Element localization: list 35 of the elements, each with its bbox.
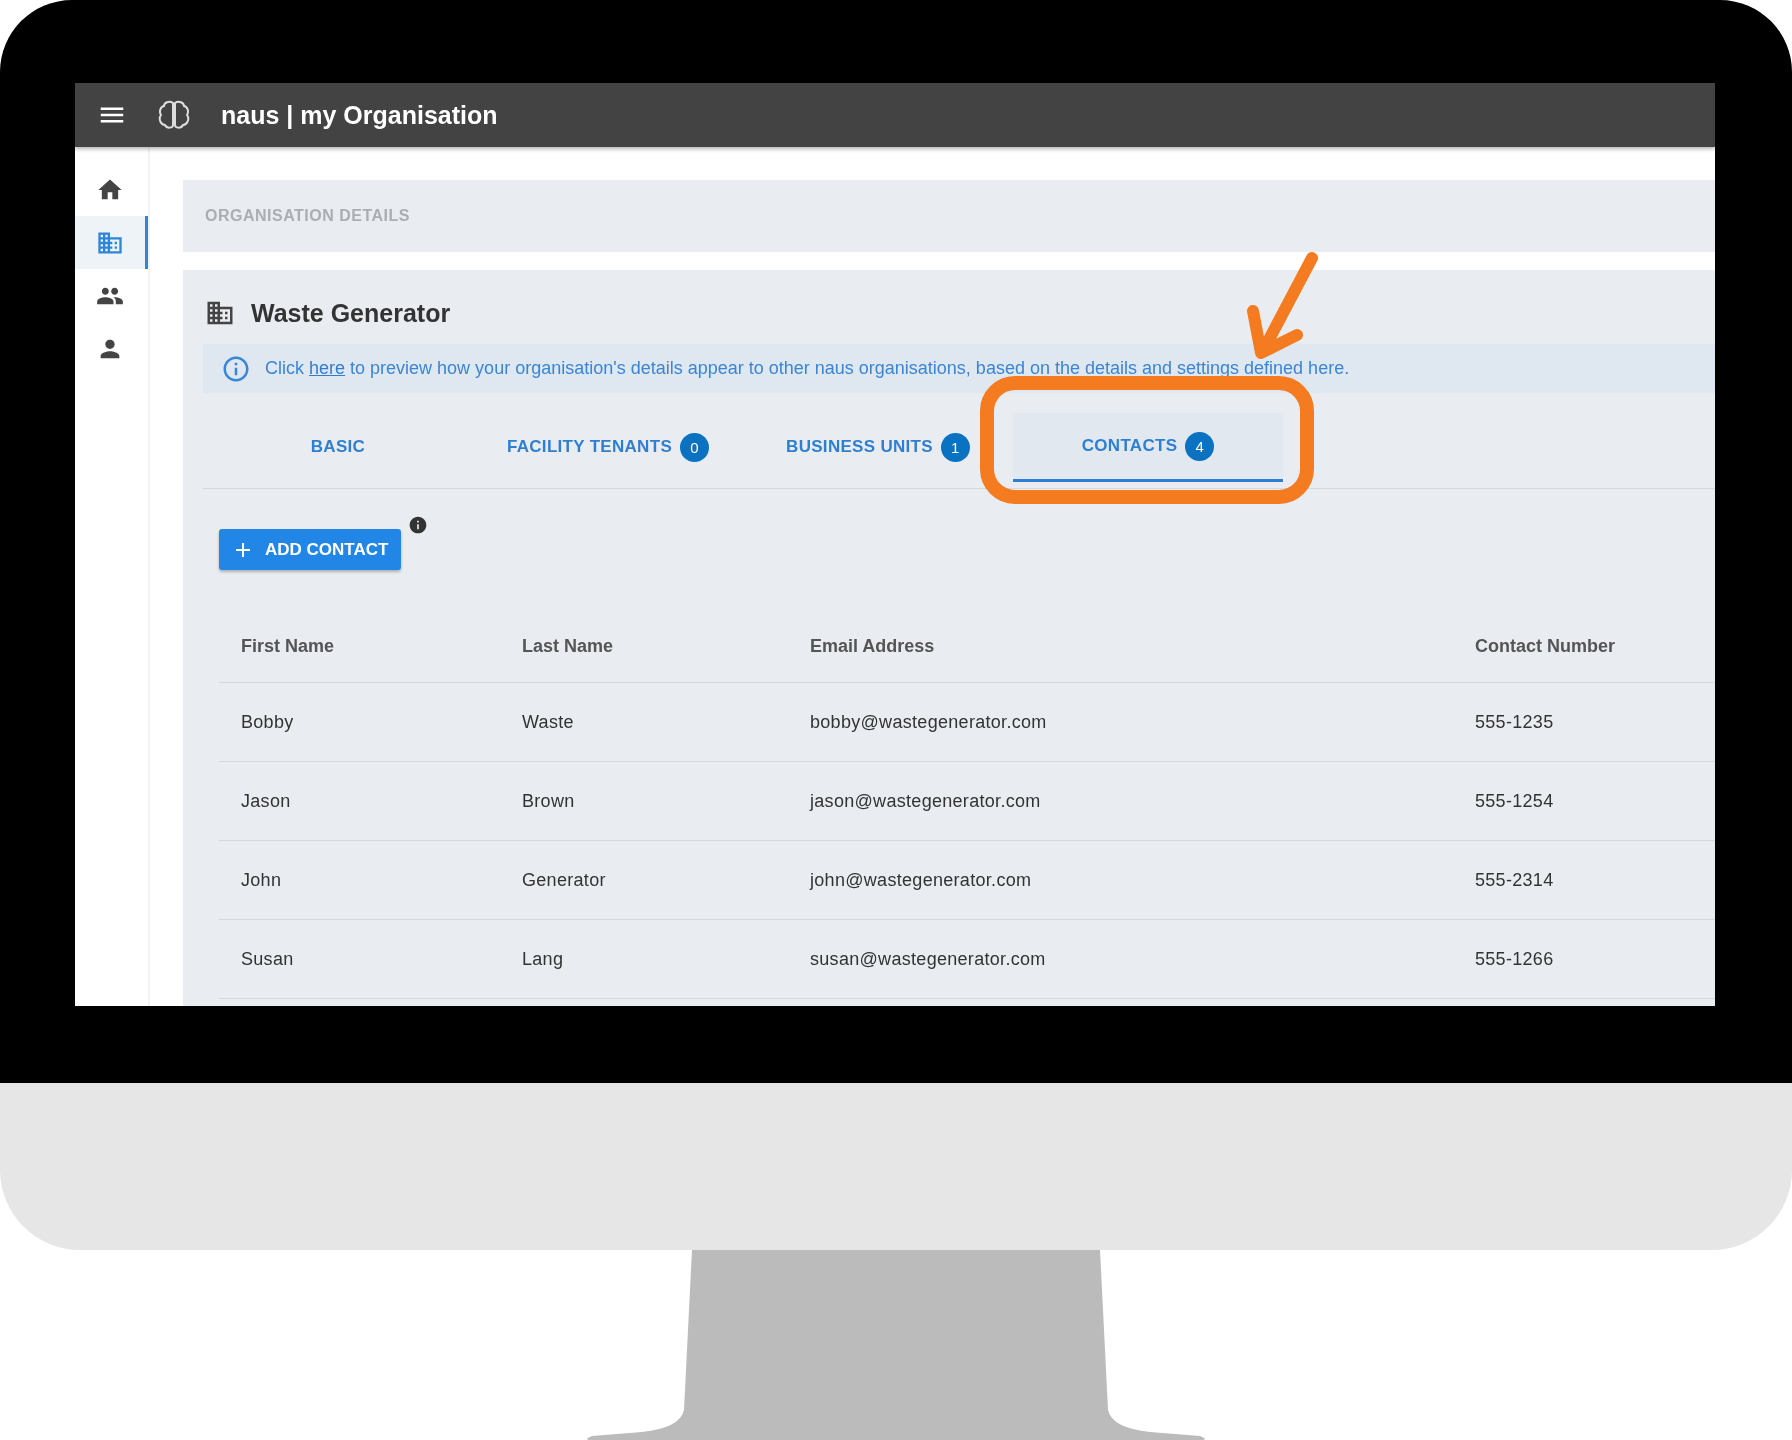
table-cell-text: John [240,869,283,891]
table-cell-text: jason@wastegenerator.com [808,790,1042,812]
brain-logo-icon [157,100,191,130]
info-icon[interactable] [408,515,428,535]
table-cell-text: Generator [521,869,607,891]
table-cell-text: Lang [521,948,565,970]
table-cell-text: 555-2314 [1474,869,1555,891]
table-cell-text: 555-1266 [1474,948,1555,970]
column-header: Email Address [809,636,936,657]
organisation-name: Waste Generator [251,298,451,328]
table-cell-text: Waste [521,711,575,733]
tab[interactable]: BASIC [203,409,473,488]
table-cell-text: 555-1235 [1474,711,1555,733]
table-cell-text: Bobby [240,711,295,733]
table-cell-text: Jason [240,790,292,812]
table-cell-text: Susan [240,948,295,970]
table-cell-text: 555-1254 [1474,790,1555,812]
tab[interactable]: FACILITY TENANTS 0 [473,409,743,488]
breadcrumb: ORGANISATION DETAILS [183,180,1715,252]
app-title: naus | my Organisation [221,100,498,130]
count-badge: 0 [680,432,709,462]
table-cell-text: bobby@wastegenerator.com [809,711,1048,733]
table-cell-text: Brown [521,790,576,812]
add-contact-button[interactable]: ADD CONTACT [219,529,401,570]
column-header: First Name [240,636,336,657]
column-header: Last Name [521,636,615,657]
tab[interactable]: BUSINESS UNITS 1 [743,409,1013,488]
preview-link[interactable]: here [309,358,346,378]
count-badge: 1 [940,432,970,462]
column-header: Contact Number [1474,636,1616,657]
info-text: Click here to preview how your organisation's details appear to other naus organisations, based on the details and settings defined here. [265,358,1350,379]
count-badge: 4 [1185,431,1215,461]
table-cell-text: susan@wastegenerator.com [809,948,1047,970]
tab[interactable]: CONTACTS 4 [1013,413,1283,482]
table-cell-text: john@wastegenerator.com [808,869,1033,891]
